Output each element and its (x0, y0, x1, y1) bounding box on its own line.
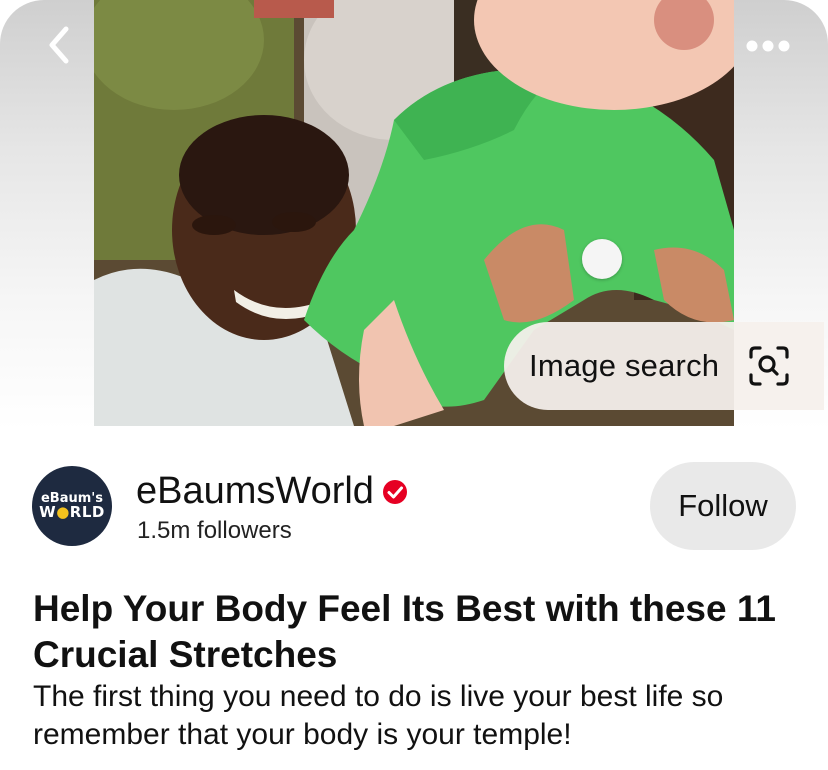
creator-name-row[interactable]: eBaumsWorld (136, 470, 408, 513)
image-search-button[interactable]: Image search (504, 322, 824, 410)
more-options-button[interactable] (740, 26, 796, 66)
image-search-label: Image search (529, 348, 720, 383)
image-search-icon (749, 346, 789, 386)
visual-search-dot[interactable] (582, 239, 622, 279)
avatar-text-bottom: W●RLD (39, 505, 105, 520)
chevron-left-icon (49, 26, 69, 64)
pin-description: The first thing you need to do is live y… (33, 680, 724, 751)
verified-check-icon (382, 479, 407, 504)
avatar-text-rld: RLD (69, 503, 105, 521)
avatar-logo-o: ● (56, 503, 70, 521)
creator-avatar[interactable]: eBaum's W●RLD (32, 466, 112, 546)
follow-button[interactable]: Follow (650, 462, 796, 550)
more-horizontal-icon (746, 40, 790, 52)
follower-count: 1.5m followers (137, 517, 292, 544)
pin-detail-screen: Image search eBaum's W●RLD eBaumsWorld 1… (0, 0, 828, 770)
avatar-text-w: W (39, 503, 57, 521)
creator-name[interactable]: eBaumsWorld (136, 470, 374, 513)
pin-header: Image search (0, 0, 828, 430)
back-button[interactable] (36, 22, 82, 68)
pin-title: Help Your Body Feel Its Best with these … (33, 588, 776, 675)
creator-row: eBaum's W●RLD eBaumsWorld 1.5m followers… (0, 462, 828, 552)
